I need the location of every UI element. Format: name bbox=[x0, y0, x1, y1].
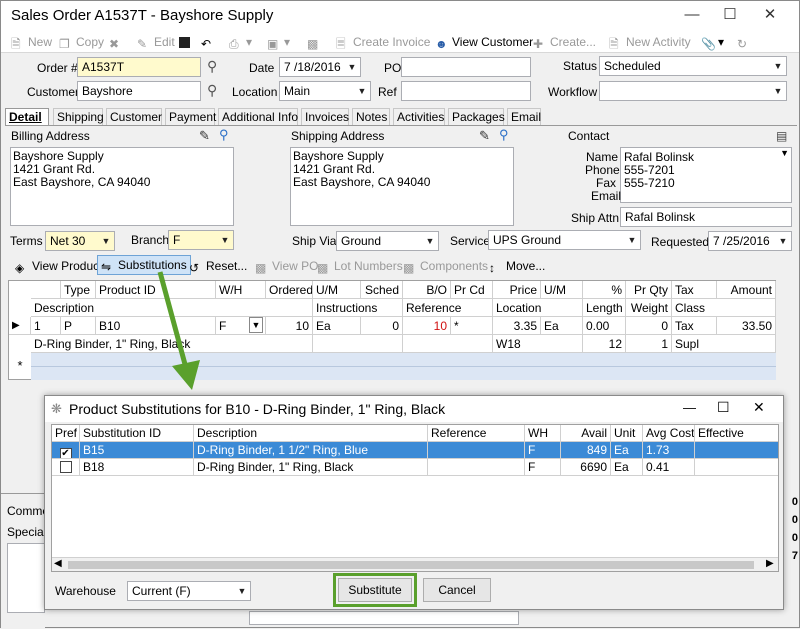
col-substitution-id[interactable]: Substitution ID bbox=[80, 425, 194, 442]
sub-desc-b18[interactable]: D-Ring Binder, 1" Ring, Black bbox=[194, 459, 428, 476]
col-unit[interactable]: Unit bbox=[611, 425, 643, 442]
product-substitutions-dialog: ❋ Product Substitutions for B10 - D-Ring… bbox=[44, 395, 784, 610]
dialog-maximize-button[interactable]: ☐ bbox=[717, 399, 730, 416]
sub-ref-b18[interactable] bbox=[428, 459, 525, 476]
checkbox-checked-icon: ✔ bbox=[59, 448, 72, 459]
substitutions-grid: Pref Substitution ID Description Referen… bbox=[51, 424, 779, 572]
arrow-head bbox=[172, 360, 200, 390]
warehouse-value: Current (F) bbox=[132, 584, 191, 598]
pref-checkbox-b18[interactable] bbox=[52, 459, 80, 476]
sub-unit-b18[interactable]: Ea bbox=[611, 459, 643, 476]
scroll-thumb[interactable] bbox=[68, 561, 754, 569]
sub-avail-b15[interactable]: 849 bbox=[561, 442, 611, 459]
col-avail[interactable]: Avail bbox=[561, 425, 611, 442]
scroll-left-icon[interactable]: ◀ bbox=[54, 558, 62, 569]
sub-avail-b18[interactable]: 6690 bbox=[561, 459, 611, 476]
dialog-minimize-button[interactable]: — bbox=[683, 400, 696, 415]
scroll-right-icon[interactable]: ▶ bbox=[766, 558, 774, 569]
dialog-title-bar: ❋ Product Substitutions for B10 - D-Ring… bbox=[45, 396, 783, 422]
horizontal-scrollbar[interactable]: ◀ ▶ bbox=[52, 557, 778, 571]
col-pref[interactable]: Pref bbox=[52, 425, 80, 442]
col-effective[interactable]: Effective bbox=[695, 425, 778, 442]
sub-cost-b15[interactable]: 1.73 bbox=[643, 442, 695, 459]
arrow-line bbox=[157, 271, 189, 369]
checkbox-unchecked-icon bbox=[59, 461, 72, 473]
sub-unit-b15[interactable]: Ea bbox=[611, 442, 643, 459]
cancel-button[interactable]: Cancel bbox=[423, 578, 491, 602]
sub-wh-b15[interactable]: F bbox=[525, 442, 561, 459]
dialog-app-icon: ❋ bbox=[51, 401, 62, 416]
col-description[interactable]: Description bbox=[194, 425, 428, 442]
chevron-down-icon: ▼ bbox=[237, 586, 247, 596]
sub-id-b18[interactable]: B18 bbox=[80, 459, 194, 476]
col-avg-cost[interactable]: Avg Cost bbox=[643, 425, 695, 442]
substitute-button[interactable]: Substitute bbox=[338, 578, 412, 602]
sub-cost-b18[interactable]: 0.41 bbox=[643, 459, 695, 476]
col-reference[interactable]: Reference bbox=[428, 425, 525, 442]
sub-desc-b15[interactable]: D-Ring Binder, 1 1/2" Ring, Blue bbox=[194, 442, 428, 459]
pref-checkbox-b15[interactable]: ✔ bbox=[52, 442, 80, 459]
warehouse-label: Warehouse bbox=[55, 584, 116, 598]
sub-wh-b18[interactable]: F bbox=[525, 459, 561, 476]
dialog-title: Product Substitutions for B10 - D-Ring B… bbox=[69, 401, 446, 417]
sub-ref-b15[interactable] bbox=[428, 442, 525, 459]
sub-eff-b18[interactable] bbox=[695, 459, 778, 476]
dialog-close-button[interactable]: ✕ bbox=[753, 399, 765, 416]
sub-eff-b15[interactable] bbox=[695, 442, 778, 459]
sub-id-b15[interactable]: B15 bbox=[80, 442, 194, 459]
col-wh[interactable]: WH bbox=[525, 425, 561, 442]
warehouse-select[interactable]: Current (F) ▼ bbox=[127, 581, 251, 601]
